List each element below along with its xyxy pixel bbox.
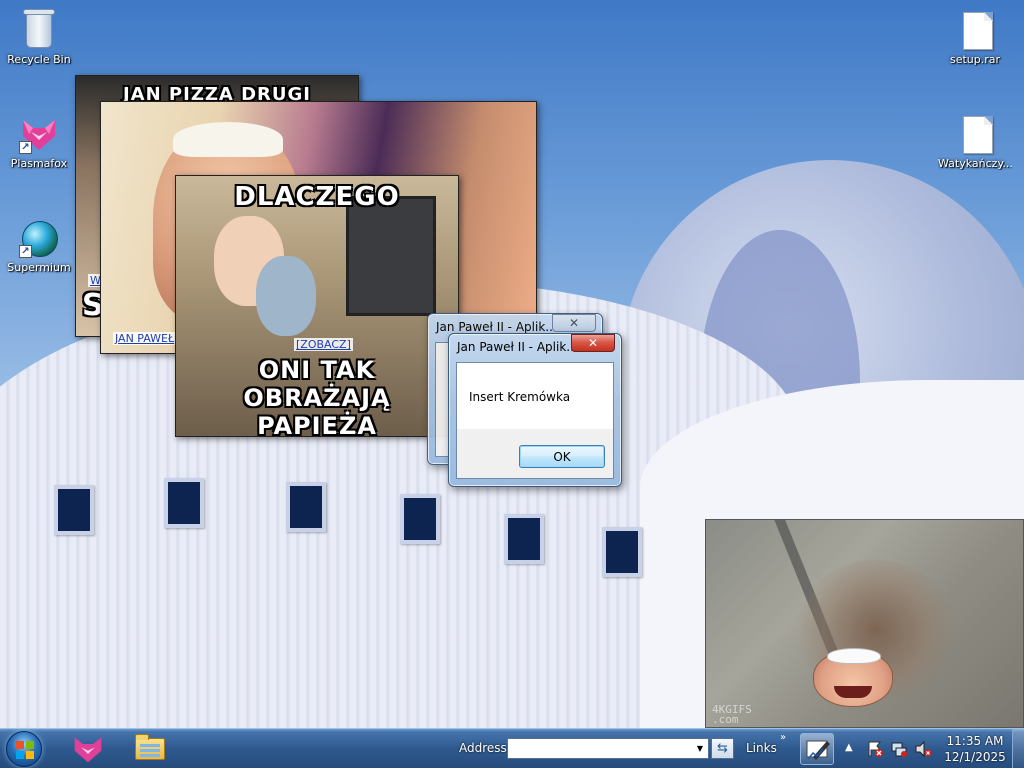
- meme-link[interactable]: [ZOBACZ]: [294, 338, 353, 351]
- address-label: Address: [459, 741, 507, 755]
- desktop-icon-label: Recycle Bin: [7, 53, 71, 66]
- ok-button[interactable]: OK: [519, 445, 605, 468]
- building-window: [602, 527, 642, 577]
- meme-link[interactable]: JAN PAWEŁ: [113, 332, 177, 345]
- dialog-client: Insert Kremówka OK: [456, 362, 614, 479]
- meme-zucchetto: [173, 122, 283, 157]
- building-window: [164, 478, 204, 528]
- gif-watermark: 4KGIFS .com: [712, 703, 752, 726]
- desktop-icon-label: setup.rar: [949, 53, 1001, 66]
- supermium-icon: ↗: [19, 218, 59, 258]
- volume-muted-icon[interactable]: [914, 740, 932, 758]
- desktop-icon-recycle-bin[interactable]: Recycle Bin: [2, 8, 76, 66]
- plasmafox-icon: ↗: [19, 114, 59, 154]
- recycle-bin-icon: [23, 8, 55, 50]
- chevron-down-icon[interactable]: ▼: [692, 739, 708, 758]
- desktop-icon-setup-rar[interactable]: setup.rar: [938, 10, 1012, 66]
- dialog-close-button[interactable]: ✕: [571, 334, 615, 352]
- address-input[interactable]: [507, 738, 709, 759]
- shortcut-arrow-icon: ↗: [19, 245, 32, 258]
- desktop-icon-plasmafox[interactable]: ↗ Plasmafox: [2, 114, 76, 170]
- dialog-title: Jan Paweł II - Aplik...: [457, 340, 578, 354]
- windows-flag-icon: [16, 741, 34, 759]
- taskbar-clock[interactable]: 11:35 AM 12/1/2025: [940, 733, 1010, 765]
- taskbar-plasmafox-button[interactable]: [66, 732, 110, 766]
- tray-expand-icon[interactable]: ▲: [845, 742, 853, 753]
- links-chevron-icon[interactable]: »: [780, 732, 786, 743]
- clock-date: 12/1/2025: [944, 750, 1006, 764]
- desktop-icon-supermium[interactable]: ↗ Supermium: [2, 218, 76, 274]
- building-window: [54, 485, 94, 535]
- building-window: [286, 482, 326, 532]
- go-button[interactable]: ⇆: [711, 738, 734, 759]
- taskbar: Address ▼ ⇆ Links » ▲ 11:35 AM 12/1/2025: [0, 728, 1024, 768]
- building-window: [504, 514, 544, 564]
- go-arrows-icon: ⇆: [717, 741, 728, 756]
- network-icon[interactable]: [890, 740, 908, 758]
- desktop-icon-label: Plasmafox: [10, 157, 68, 170]
- show-desktop-button[interactable]: [1012, 729, 1024, 768]
- building-window: [400, 494, 440, 544]
- action-center-flag-icon[interactable]: [866, 740, 884, 758]
- pen-icon: [806, 740, 830, 760]
- dialog-front[interactable]: Jan Paweł II - Aplik... ✕ Insert Kremówk…: [448, 333, 622, 487]
- close-icon: ✕: [587, 336, 599, 350]
- dialog-message-area: Insert Kremówka: [457, 363, 613, 429]
- file-icon: [955, 10, 995, 50]
- dialog-message: Insert Kremówka: [469, 390, 571, 404]
- meme-bottom-text: ONI TAK OBRAŻAJĄ PAPIEŻA: [243, 356, 391, 437]
- gif-mouth: [834, 686, 872, 698]
- plasmafox-icon: [74, 737, 102, 763]
- start-button[interactable]: [6, 731, 42, 767]
- clock-time: 11:35 AM: [946, 734, 1004, 748]
- meme-popup-dlaczego[interactable]: DLACZEGO ONI TAK OBRAŻAJĄ PAPIEŻA [ZOBAC…: [175, 175, 459, 437]
- taskbar-explorer-button[interactable]: [128, 732, 172, 766]
- folder-icon: [135, 734, 165, 760]
- gif-zucchetto: [827, 648, 881, 664]
- dialog-close-button[interactable]: ✕: [552, 314, 596, 332]
- meme-monitor: [346, 196, 436, 316]
- links-toolbar-label[interactable]: Links: [746, 741, 777, 755]
- desktop-icon-label: Watykańczy...: [938, 157, 1012, 170]
- meme-top-text: DLACZEGO: [234, 182, 400, 212]
- file-icon: [955, 114, 995, 154]
- desktop-icon-watykanczyk[interactable]: Watykańczy...: [938, 114, 1012, 170]
- close-icon: ✕: [568, 316, 580, 330]
- desktop-icon-label: Supermium: [7, 261, 71, 274]
- meme-student-back: [256, 256, 316, 336]
- gif-popup[interactable]: 4KGIFS .com: [705, 519, 1024, 728]
- dialog-title: Jan Paweł II - Aplik...: [436, 320, 557, 334]
- shortcut-arrow-icon: ↗: [19, 141, 32, 154]
- pen-input-button[interactable]: [800, 733, 834, 765]
